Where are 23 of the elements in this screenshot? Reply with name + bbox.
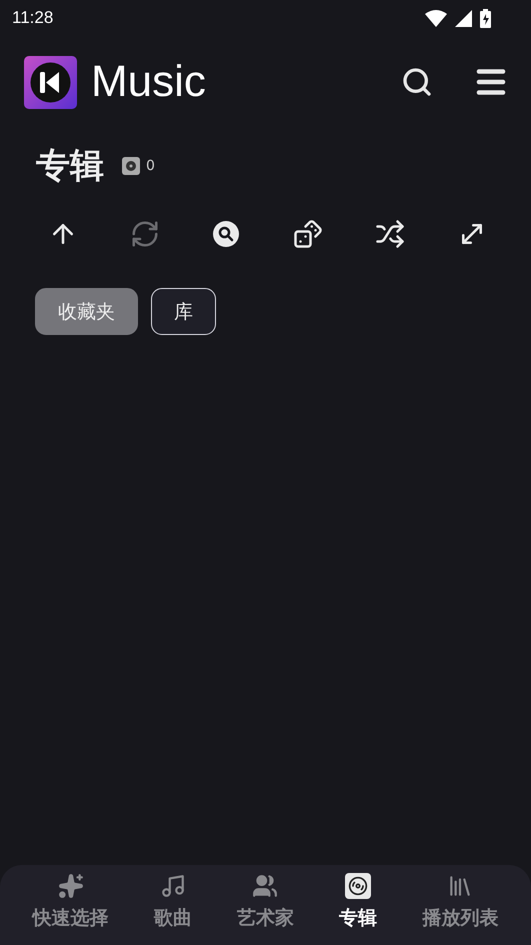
app-title: Music [91, 57, 207, 107]
music-note-icon [160, 873, 186, 899]
nav-tab[interactable]: 快速选择 [26, 865, 115, 945]
search-button[interactable] [401, 66, 433, 98]
app-logo-icon [24, 56, 77, 108]
status-time: 11:28 [12, 8, 54, 28]
sparkles-icon [58, 873, 84, 899]
filter-chip[interactable]: 收藏夹 [35, 288, 138, 335]
search-icon [212, 220, 240, 248]
nav-tab[interactable]: 艺术家 [230, 865, 300, 945]
shuffle-icon [374, 219, 405, 249]
nav-tab[interactable]: 专辑 [333, 865, 384, 945]
signal-icon [455, 10, 472, 26]
nav-tab[interactable]: 播放列表 [416, 865, 504, 945]
nav-tab[interactable]: 歌曲 [148, 865, 198, 945]
wifi-icon [425, 10, 447, 26]
refresh-icon [130, 219, 160, 249]
people-icon [252, 873, 278, 899]
dice-icon [292, 219, 323, 249]
section-title: 专辑 [36, 145, 104, 188]
filter-chip[interactable]: 库 [151, 288, 216, 335]
battery-icon [480, 8, 491, 28]
album-count: 0 [146, 158, 155, 174]
